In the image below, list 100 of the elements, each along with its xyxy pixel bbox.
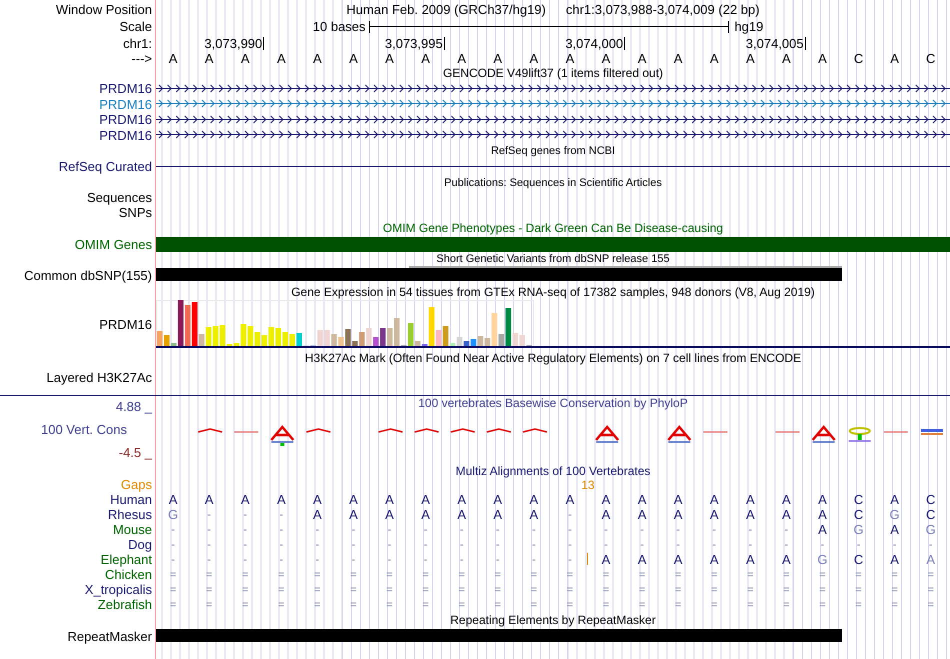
gene-track[interactable] [156, 100, 950, 108]
aligned-base: - [604, 538, 608, 552]
aligned-base: - [532, 538, 536, 552]
track-label[interactable]: PRDM16 [99, 316, 155, 332]
gene-track[interactable] [156, 116, 950, 124]
aligned-base: = [278, 568, 284, 582]
base-letter: A [240, 52, 251, 66]
aligned-base: = [170, 598, 176, 612]
aligned-base: - [243, 522, 248, 536]
base-letter: A [744, 52, 756, 66]
aligned-base: A [890, 552, 899, 566]
aligned-base: = [819, 598, 826, 612]
aligned-base: = [710, 598, 718, 612]
aligned-base: G [817, 552, 828, 566]
gene-label[interactable]: PRDM16 [99, 112, 155, 127]
track-label[interactable]: Sequences [86, 190, 155, 205]
aligned-base: = [530, 582, 538, 596]
aligned-base: - [207, 538, 211, 552]
track-title: Short Genetic Variants from dbSNP release 155 [436, 252, 670, 266]
base-letter: A [168, 52, 178, 66]
aligned-base: - [279, 538, 284, 552]
aligned-base: - [279, 522, 284, 536]
track-label[interactable]: SNPs [118, 205, 155, 220]
aligned-base: - [856, 538, 860, 552]
aligned-base: A [457, 508, 466, 522]
aligned-base: A [710, 552, 719, 566]
aligned-base: = [422, 598, 429, 612]
aligned-base: - [207, 552, 211, 566]
aligned-base: = [783, 568, 790, 582]
base-letter: A [312, 52, 323, 66]
track-label[interactable]: RepeatMasker [67, 628, 155, 644]
aligned-base: C [926, 508, 936, 522]
base-letter: A [564, 52, 576, 66]
aligned-base: = [855, 582, 862, 596]
species-label[interactable]: Human [110, 492, 155, 507]
gene-label[interactable]: PRDM16 [99, 96, 155, 112]
aligned-base: A [602, 492, 610, 506]
aligned-base: A [313, 508, 322, 522]
aligned-base: = [278, 582, 284, 596]
track-label[interactable]: OMIM Genes [74, 236, 155, 252]
aligned-base: = [783, 598, 790, 612]
aligned-base: - [640, 538, 644, 552]
aligned-base: - [352, 552, 356, 566]
gene-track[interactable] [156, 84, 950, 92]
aligned-base: = [710, 582, 718, 596]
aligned-base: - [171, 522, 175, 536]
aligned-base: - [676, 522, 680, 536]
species-label[interactable]: Chicken [105, 567, 155, 582]
aligned-base: = [494, 568, 501, 582]
aligned-base: - [424, 552, 428, 566]
track-title: RefSeq genes from NCBI [490, 144, 616, 158]
aligned-base: A [168, 492, 178, 506]
aligned-base: A [204, 492, 214, 506]
insertion-mark[interactable] [586, 553, 588, 565]
aligned-base: - [460, 552, 464, 566]
aligned-base: = [530, 598, 538, 612]
gene-label[interactable]: PRDM16 [99, 128, 155, 142]
aligned-base: = [819, 568, 826, 582]
aligned-base: - [460, 538, 464, 552]
phenotype-bar[interactable] [156, 236, 950, 252]
species-label[interactable]: Zebrafish [98, 597, 155, 612]
gene-track[interactable] [156, 130, 950, 138]
base-letter: A [492, 52, 504, 66]
species-label[interactable]: Dog [128, 537, 155, 552]
aligned-base: - [712, 538, 716, 552]
base-letter: C [924, 52, 936, 66]
aligned-base: = [458, 568, 465, 582]
aligned-base: = [386, 582, 393, 596]
species-label[interactable]: Elephant [100, 552, 155, 567]
aligned-base: A [276, 492, 286, 506]
aligned-base: A [638, 552, 646, 566]
aligned-base: = [350, 598, 357, 612]
aligned-base: - [171, 538, 175, 552]
aligned-base: - [892, 538, 896, 552]
species-label[interactable]: Rhesus [108, 507, 155, 522]
species-label[interactable]: X_tropicalis [84, 582, 155, 597]
aligned-base: = [458, 582, 465, 596]
track-label[interactable]: 100 Vert. Cons [41, 423, 127, 437]
base-letter: A [528, 52, 540, 66]
base-letter: A [636, 52, 648, 66]
aligned-base: = [638, 568, 646, 582]
aligned-base: A [457, 492, 466, 506]
track-label[interactable]: RefSeq Curated [58, 159, 155, 174]
expression-bar-drawing[interactable] [156, 300, 950, 348]
track-label[interactable]: Layered H3K27Ac [46, 370, 155, 385]
aligned-base: - [532, 552, 536, 566]
aligned-base: A [349, 508, 358, 522]
aligned-base: = [638, 598, 646, 612]
base-letter: A [889, 52, 900, 66]
track-label[interactable]: Common dbSNP(155) [24, 268, 155, 282]
aligned-base: A [421, 492, 430, 506]
aligned-base: = [602, 582, 610, 596]
aligned-base: = [314, 582, 321, 596]
aligned-base: - [532, 522, 536, 536]
aligned-base: - [604, 522, 608, 536]
gene-label[interactable]: PRDM16 [99, 81, 155, 96]
axis-min-label: -4.5 _ [118, 446, 152, 460]
aligned-base: A [674, 508, 682, 522]
aligned-base: = [747, 582, 754, 596]
species-label[interactable]: Mouse [112, 522, 155, 537]
